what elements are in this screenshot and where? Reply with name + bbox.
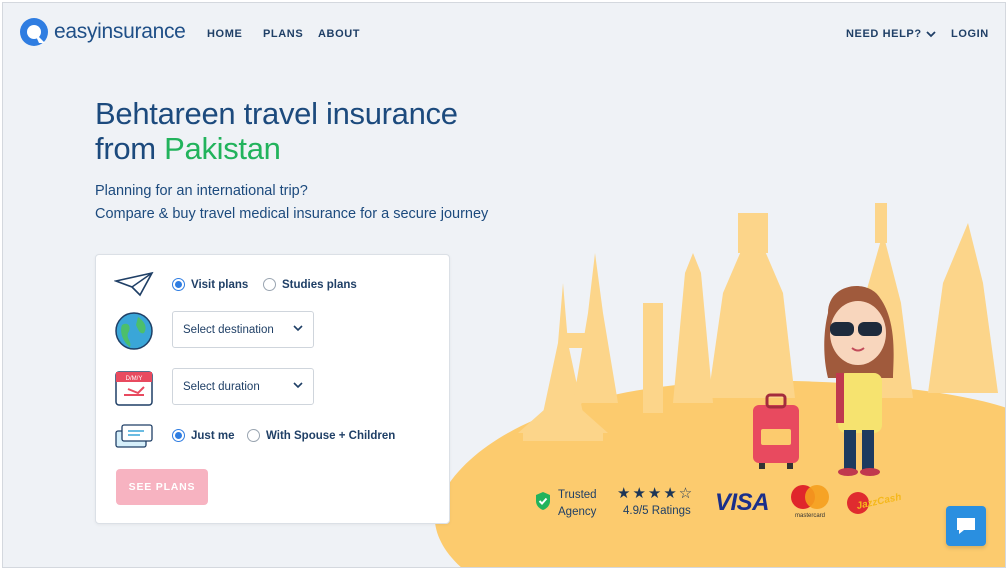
headline-accent: Pakistan — [164, 131, 281, 166]
radio-label: Just me — [191, 429, 235, 442]
chevron-down-icon — [293, 382, 303, 389]
page-frame: easyinsurance HOME PLANS ABOUT NEED HELP… — [2, 2, 1006, 568]
tickets-icon — [115, 424, 153, 448]
radio-label: With Spouse + Children — [266, 429, 396, 442]
destination-select[interactable]: Select destination — [172, 311, 314, 348]
headline-line-2: from Pakistan — [95, 131, 281, 166]
trusted-line-2: Agency — [558, 506, 597, 518]
brand-logo[interactable]: easyinsurance — [19, 17, 186, 47]
logo-icon — [20, 18, 48, 46]
nav-about[interactable]: ABOUT — [318, 28, 360, 40]
rating-text: 4.9/5 Ratings — [623, 505, 691, 517]
headline-line-1: Behtareen travel insurance — [95, 96, 458, 131]
nav-login[interactable]: LOGIN — [951, 28, 989, 40]
destination-placeholder: Select destination — [183, 323, 274, 336]
rating-stars: ★★★★☆ — [617, 485, 695, 502]
suitcase — [753, 393, 799, 469]
chat-icon — [957, 518, 975, 534]
duration-placeholder: Select duration — [183, 380, 260, 393]
radio-studies-plans[interactable]: Studies plans — [263, 278, 357, 291]
visa-logo: VISA — [715, 489, 770, 516]
radio-dot — [172, 278, 185, 291]
plan-search-card: Visit plans Studies plans Select destina… — [95, 254, 450, 524]
hero-headline: Behtareen travel insurance from Pakistan — [95, 96, 458, 166]
nav-need-help-label: NEED HELP? — [846, 28, 922, 40]
nav-home[interactable]: HOME — [207, 28, 242, 40]
jazzcash-logo: JazzCash — [847, 492, 902, 514]
duration-select[interactable]: Select duration — [172, 368, 314, 405]
chat-button[interactable] — [946, 506, 986, 546]
radio-just-me[interactable]: Just me — [172, 429, 234, 442]
radio-label: Studies plans — [282, 278, 357, 291]
nav-need-help[interactable]: NEED HELP? — [846, 28, 936, 40]
radio-dot — [263, 278, 276, 291]
calendar-icon: D/M/Y — [115, 371, 153, 406]
paper-plane-icon — [114, 271, 154, 297]
globe-icon — [115, 312, 153, 350]
hero-subtitle-1: Planning for an international trip? — [95, 183, 308, 199]
trusted-agency: Trusted Agency — [558, 487, 597, 521]
shield-check-icon — [536, 492, 550, 510]
radio-dot — [247, 429, 260, 442]
calendar-label: D/M/Y — [126, 376, 143, 382]
logo-text: easyinsurance — [54, 20, 186, 43]
trusted-line-1: Trusted — [558, 489, 597, 501]
svg-text:mastercard: mastercard — [795, 513, 825, 519]
radio-visit-plans[interactable]: Visit plans — [172, 278, 248, 291]
radio-label: Visit plans — [191, 278, 249, 291]
radio-spouse-children[interactable]: With Spouse + Children — [247, 429, 395, 442]
radio-dot — [172, 429, 185, 442]
nav-plans[interactable]: PLANS — [263, 28, 303, 40]
see-plans-button[interactable]: SEE PLANS — [116, 469, 208, 505]
chevron-down-icon — [926, 30, 936, 37]
chevron-down-icon — [293, 325, 303, 332]
mastercard-logo: mastercard — [791, 485, 829, 519]
